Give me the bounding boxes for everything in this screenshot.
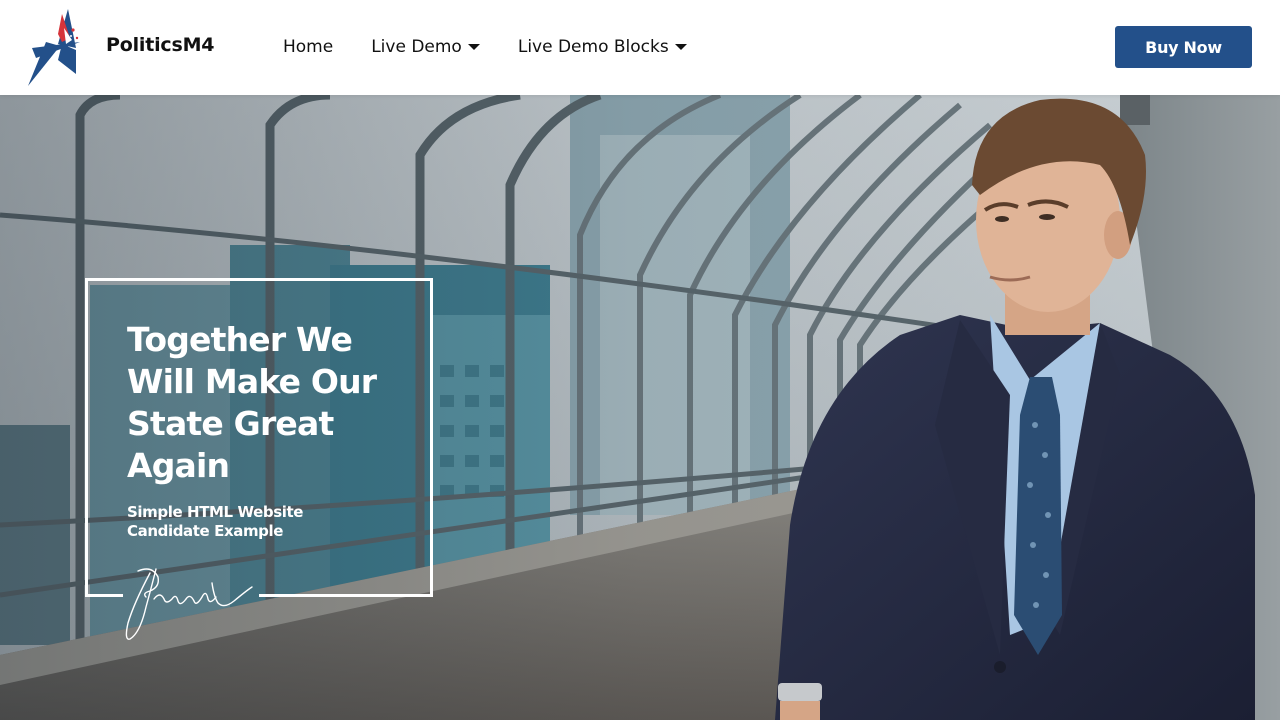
navbar: PoliticsM4 Home Live Demo Live Demo Bloc… xyxy=(0,0,1280,95)
hero-section: Together We Will Make Our State Great Ag… xyxy=(0,95,1280,720)
nav-live-demo-blocks-label: Live Demo Blocks xyxy=(517,37,669,57)
main-nav: Home Live Demo Live Demo Blocks xyxy=(283,34,687,60)
hero-frame-edge xyxy=(259,594,433,597)
star-logo-icon xyxy=(28,9,80,86)
signature-icon xyxy=(125,568,253,640)
hero-subtitle: Simple HTML Website Candidate Example xyxy=(127,503,304,540)
nav-live-demo-blocks-dropdown[interactable]: Live Demo Blocks xyxy=(518,37,687,57)
caret-down-icon xyxy=(674,44,687,50)
nav-live-demo-dropdown[interactable]: Live Demo xyxy=(371,37,480,57)
hero-title: Together We Will Make Our State Great Ag… xyxy=(127,320,377,485)
brand-name[interactable]: PoliticsM4 xyxy=(106,34,215,56)
buy-now-button[interactable]: Buy Now xyxy=(1115,26,1252,68)
nav-live-demo-label: Live Demo xyxy=(371,37,462,57)
brand-logo[interactable] xyxy=(18,8,80,86)
nav-home-link[interactable]: Home xyxy=(283,37,333,57)
caret-down-icon xyxy=(467,44,480,50)
